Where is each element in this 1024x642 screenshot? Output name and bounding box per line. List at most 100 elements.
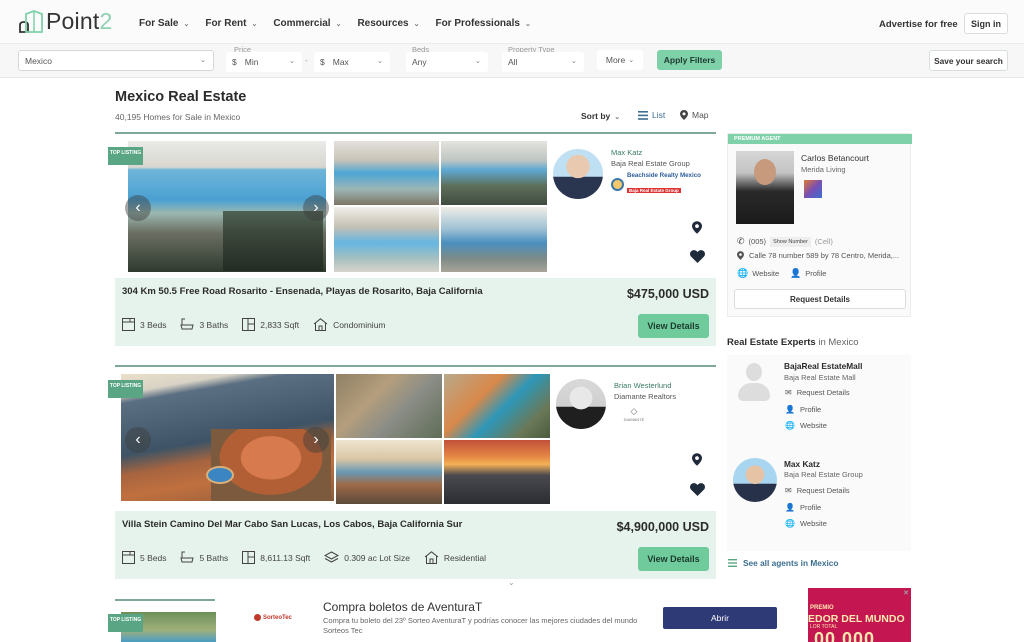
listing-thumb[interactable] (441, 207, 547, 272)
listing-card[interactable]: ‹ › Max Katz Baja Real Estate Group Beac… (115, 132, 716, 346)
bath-icon (180, 551, 195, 563)
nav-resources[interactable]: Resources ⌄ (357, 18, 419, 29)
listing-thumb[interactable] (336, 440, 442, 504)
experts-title-suffix: in Mexico (818, 337, 859, 348)
listing-price: $475,000 USD (626, 287, 709, 301)
favorite-heart-icon[interactable] (690, 250, 705, 263)
listing-thumb[interactable] (441, 141, 547, 205)
chevron-down-icon[interactable]: ⌄ (508, 578, 515, 587)
lot-value: 0.309 ac Lot Size (344, 552, 410, 563)
premium-agent-label: PREMIUM AGENT (728, 134, 912, 144)
expert-website[interactable]: 🌐 Website (785, 519, 827, 528)
map-pin-icon[interactable] (692, 453, 702, 466)
nav-for-sale[interactable]: For Sale ⌄ (139, 18, 189, 29)
listing-main-photo[interactable] (128, 141, 326, 272)
expert-website[interactable]: 🌐 Website (785, 421, 827, 430)
user-icon: 👤 (785, 405, 795, 414)
expert-request-details[interactable]: ✉ Request Details (785, 486, 850, 495)
agency-logo[interactable] (804, 180, 822, 198)
request-label: Request Details (796, 486, 850, 495)
website-link[interactable]: 🌐 Website (737, 268, 779, 279)
favorite-heart-icon[interactable] (690, 483, 705, 496)
previous-photo-button[interactable]: ‹ (125, 195, 151, 221)
expert-name[interactable]: BajaReal EstateMall (784, 361, 862, 371)
floorplan-icon (242, 318, 256, 331)
default-avatar-icon[interactable] (736, 363, 772, 403)
nav-for-professionals[interactable]: For Professionals ⌄ (435, 18, 530, 29)
expert-profile[interactable]: 👤 Profile (785, 503, 821, 512)
advertisement-side[interactable]: PREMIO EDOR DEL MUNDO LOR TOTAL 00,000 ✕ (808, 588, 911, 642)
listing-address[interactable]: 304 Km 50.5 Free Road Rosarito - Ensenad… (122, 286, 483, 297)
map-pin-icon[interactable] (692, 221, 702, 234)
price-max-select[interactable]: $ Max ⌄ (314, 52, 390, 72)
ad-title[interactable]: Compra boletos de AventuraT (323, 600, 482, 614)
view-details-button[interactable]: View Details (638, 547, 709, 571)
chevron-down-icon: ⌄ (200, 57, 206, 64)
beds-select[interactable]: Any ⌄ (406, 52, 488, 72)
property-type-select[interactable]: All ⌄ (502, 52, 584, 72)
listing-thumb[interactable] (334, 207, 439, 272)
expert-request-details[interactable]: ✉ Request Details (785, 388, 850, 397)
listing-features: 3 Beds 3 Baths 2,833 Sqft Condominium (122, 318, 400, 331)
listing-card[interactable]: ‹ › Brian Westerlund Diamante Realtors ◇… (115, 365, 716, 579)
chevron-down-icon: ⌄ (614, 114, 621, 121)
listing-thumb[interactable] (444, 374, 550, 438)
expert-name[interactable]: Max Katz (784, 459, 820, 469)
next-photo-button[interactable]: › (303, 427, 329, 453)
agent-avatar[interactable] (556, 379, 606, 429)
nav-commercial[interactable]: Commercial ⌄ (273, 18, 341, 29)
nav-for-rent[interactable]: For Rent ⌄ (205, 18, 257, 29)
ad2-line4: 00,000 (814, 629, 876, 642)
sign-in-button[interactable]: Sign in (964, 13, 1008, 34)
see-all-agents-link[interactable]: See all agents in Mexico (728, 558, 838, 568)
price-min-select[interactable]: $ Min ⌄ (226, 52, 302, 72)
list-view-toggle[interactable]: List (638, 110, 665, 120)
price-separator: - (305, 56, 308, 65)
property-type-value: All (508, 57, 518, 67)
show-number-button[interactable]: Show Number (770, 236, 811, 247)
agent-name[interactable]: Brian Westerlund (614, 381, 671, 390)
list-icon (728, 559, 737, 567)
sqft-value: 2,833 Sqft (260, 319, 300, 330)
point2-logo[interactable]: Point2 (18, 8, 112, 35)
previous-photo-button[interactable]: ‹ (125, 427, 151, 453)
agency-logo[interactable]: Beachside Realty Mexico Baja Real Estate… (611, 172, 701, 197)
agent-name[interactable]: Max Katz (611, 148, 642, 157)
advertisement-banner[interactable]: SorteoTec Compra boletos de AventuraT Co… (218, 588, 808, 642)
listing-thumb[interactable] (336, 374, 442, 438)
type-value: Condominium (333, 319, 386, 330)
more-filters-button[interactable]: More ⌄ (597, 50, 643, 70)
ad-open-button[interactable]: Abrir (663, 607, 777, 629)
agent-name[interactable]: Carlos Betancourt (801, 153, 869, 163)
expert-company: Baja Real Estate Mall (784, 373, 856, 382)
expert-profile[interactable]: 👤 Profile (785, 405, 821, 414)
chevron-left-icon: ‹ (135, 431, 141, 448)
listing-thumb[interactable] (334, 141, 439, 205)
listing-main-photo[interactable] (121, 374, 334, 501)
agent-avatar[interactable] (553, 149, 603, 199)
profile-link[interactable]: 👤 Profile (790, 268, 826, 279)
sqft-feature: 8,611.13 Sqft (242, 551, 310, 564)
ad2-line1: PREMIO (810, 605, 834, 611)
expert-avatar[interactable] (733, 458, 777, 502)
listing-thumb[interactable] (444, 440, 550, 504)
agency-logo[interactable]: ◇ DIAMANTE (618, 406, 650, 422)
chevron-down-icon: ⌄ (571, 58, 577, 65)
location-select[interactable]: Mexico ⌄ (18, 50, 214, 71)
apply-filters-button[interactable]: Apply Filters (657, 50, 722, 70)
sort-by-dropdown[interactable]: Sort by ⌄ (581, 111, 620, 121)
agent-photo[interactable] (736, 151, 794, 224)
top-listing-badge: TOP LISTING (108, 614, 143, 632)
agent-face (754, 159, 776, 185)
nav-label: For Rent (205, 18, 247, 29)
listing-address[interactable]: Villa Stein Camino Del Mar Cabo San Luca… (122, 519, 462, 530)
map-view-toggle[interactable]: Map (680, 110, 709, 120)
view-details-button[interactable]: View Details (638, 314, 709, 338)
nav-label: For Sale (139, 18, 179, 29)
advertise-link[interactable]: Advertise for free (879, 19, 958, 30)
sqft-feature: 2,833 Sqft (242, 318, 299, 331)
next-photo-button[interactable]: › (303, 195, 329, 221)
save-search-button[interactable]: Save your search (929, 50, 1008, 71)
request-details-button[interactable]: Request Details (734, 289, 906, 309)
ad-close-icon[interactable]: ✕ (903, 589, 909, 597)
